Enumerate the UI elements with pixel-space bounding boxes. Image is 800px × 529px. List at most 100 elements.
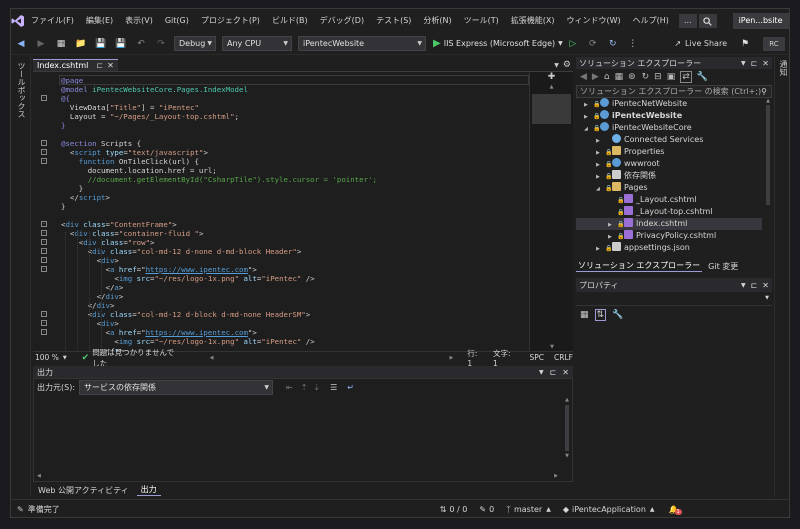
- save-all-icon[interactable]: 💾: [113, 36, 129, 52]
- tree-item[interactable]: ◢ 🔒 Pages: [576, 182, 762, 194]
- properties-wrench-icon[interactable]: 🔧: [697, 72, 708, 82]
- collapsed-chevron-icon[interactable]: ▶: [596, 243, 605, 255]
- tree-item[interactable]: ▶ 🔒 appsettings.json: [576, 242, 762, 254]
- fold-toggle-icon[interactable]: -: [41, 248, 47, 254]
- live-share-button[interactable]: ↗ Live Share: [674, 39, 727, 48]
- clear-all-icon[interactable]: ☰: [330, 383, 337, 392]
- step-icon[interactable]: ⋮: [625, 36, 641, 52]
- scroll-left-arrow[interactable]: ◀: [210, 355, 214, 361]
- fold-toggle-icon[interactable]: -: [41, 239, 47, 245]
- show-all-files-icon[interactable]: ▣: [667, 72, 676, 82]
- configuration-select[interactable]: Debug ▼: [174, 36, 216, 51]
- fold-toggle-icon[interactable]: -: [41, 140, 47, 146]
- git-repo[interactable]: iPentecApplication: [572, 505, 646, 514]
- tab-web-publish-activity[interactable]: Web 公開アクティビティ: [36, 485, 131, 496]
- tree-scrollbar[interactable]: ▲: [764, 98, 772, 258]
- code-line[interactable]: }: [61, 121, 65, 130]
- menu-item[interactable]: プロジェクト(P): [195, 9, 266, 33]
- menu-item[interactable]: ファイル(F): [25, 9, 80, 33]
- fold-toggle-icon[interactable]: -: [41, 311, 47, 317]
- more-menu-button[interactable]: ...: [678, 14, 697, 28]
- new-project-icon[interactable]: ▦: [53, 36, 69, 52]
- fold-toggle-icon[interactable]: -: [41, 257, 47, 263]
- home-icon[interactable]: ⌂: [604, 72, 610, 82]
- tab-index-cshtml[interactable]: Index.cshtml ⊏ ✕: [33, 59, 118, 71]
- start-without-debug-icon[interactable]: ▷: [565, 36, 581, 52]
- tree-item[interactable]: ▶ 🔒 iPentecWebsite: [576, 110, 762, 122]
- tree-item[interactable]: 🔒 _Layout-top.cshtml: [576, 206, 762, 218]
- code-line[interactable]: }: [61, 202, 65, 211]
- repo-up-icon[interactable]: ▲: [650, 506, 655, 513]
- code-line[interactable]: <script type="text/javascript">: [61, 148, 208, 157]
- branch-up-icon[interactable]: ▲: [546, 506, 551, 513]
- tree-item[interactable]: ◢ 🔒 iPentecWebsiteCore: [576, 122, 762, 134]
- code-line[interactable]: <div class="row">: [61, 238, 155, 247]
- code-line[interactable]: Layout = "~/Pages/_Layout-top.cshtml";: [61, 112, 239, 121]
- dropdown-chevron-icon[interactable]: ▼: [558, 40, 563, 47]
- tree-item[interactable]: ▶ 🔒 PrivacyPolicy.cshtml: [576, 230, 762, 242]
- menu-item[interactable]: ウィンドウ(W): [561, 9, 627, 33]
- menu-item[interactable]: Git(G): [159, 9, 195, 33]
- se-menu-icon[interactable]: ▼: [741, 60, 746, 67]
- tree-item[interactable]: 🔒 _Layout.cshtml: [576, 194, 762, 206]
- split-editor-icon[interactable]: ✚: [530, 72, 573, 84]
- tree-item[interactable]: ▶ Connected Services: [576, 134, 762, 146]
- panel-close-icon[interactable]: ✕: [562, 368, 569, 377]
- code-line[interactable]: <div class="col-md-12 d-block d-md-none …: [61, 310, 311, 319]
- output-hscroll[interactable]: ◀ ▶: [34, 471, 572, 481]
- indent-mode[interactable]: SPC: [530, 353, 545, 362]
- save-icon[interactable]: 💾: [93, 36, 109, 52]
- tab-solution-explorer[interactable]: ソリューション エクスプローラー: [576, 260, 703, 272]
- notification-bell-icon[interactable]: 🔔 1: [669, 505, 682, 515]
- se-pin-icon[interactable]: ⊏: [751, 59, 758, 68]
- pin-icon[interactable]: ⊏: [96, 60, 103, 71]
- panel-pin-icon[interactable]: ⊏: [550, 368, 557, 377]
- tree-item[interactable]: ▶ 🔒 Index.cshtml: [576, 218, 762, 230]
- se-close-icon[interactable]: ✕: [762, 59, 769, 68]
- code-line[interactable]: <div class="col-md-12 d-none d-md-block …: [61, 247, 302, 256]
- fold-toggle-icon[interactable]: -: [41, 95, 47, 101]
- repo-icon[interactable]: ◆: [563, 505, 569, 514]
- open-folder-icon[interactable]: 📁: [73, 36, 89, 52]
- scroll-down-arrow[interactable]: ▼: [530, 344, 574, 350]
- tab-list-dropdown-icon[interactable]: ▼: [554, 62, 559, 69]
- panel-menu-icon[interactable]: ▼: [539, 369, 544, 376]
- sync-icon[interactable]: ↻: [642, 72, 650, 82]
- code-line[interactable]: @model iPentecWebsiteCore.Pages.IndexMod…: [61, 85, 248, 94]
- pencil-icon[interactable]: ✎: [479, 505, 486, 514]
- code-line[interactable]: //document.getElementById("CsharpTile").…: [61, 175, 377, 184]
- code-line[interactable]: @{: [61, 94, 70, 103]
- solution-explorer-search[interactable]: ソリューション エクスプローラー の検索 (Ctrl+;) ⚲: [576, 85, 772, 98]
- output-panel-body[interactable]: 出力元(S): サービスの依存関係 ▼ ⇤ ⇡ ⇣ ☰ ↵ ▲ ▼ ◀ ▶: [33, 378, 573, 482]
- forward-icon[interactable]: ▶: [592, 72, 599, 82]
- output-scroll-thumb[interactable]: [565, 405, 569, 451]
- git-branch[interactable]: master: [514, 505, 542, 514]
- word-wrap-icon[interactable]: ↵: [347, 383, 354, 392]
- prev-message-icon[interactable]: ⇡: [301, 383, 308, 392]
- properties-body[interactable]: ▼ ▦ ⇅ 🔧: [576, 292, 772, 497]
- tree-item[interactable]: ▶ 🔒 wwwroot: [576, 158, 762, 170]
- hot-reload-icon[interactable]: ⟳: [585, 36, 601, 52]
- menu-item[interactable]: 分析(N): [417, 9, 457, 33]
- minimize-button[interactable]: —: [789, 9, 790, 33]
- output-scrollbar[interactable]: ▲ ▼: [562, 397, 572, 467]
- output-text-area[interactable]: [34, 397, 562, 481]
- code-line[interactable]: <div class="ContentFrame">: [61, 220, 177, 229]
- menu-item[interactable]: 表示(V): [119, 9, 159, 33]
- code-editor[interactable]: @page @model iPentecWebsiteCore.Pages.Ind…: [33, 71, 574, 352]
- tab-output[interactable]: 出力: [136, 484, 161, 496]
- startup-project-select[interactable]: iPentecWebsite ▼: [298, 36, 426, 51]
- menu-item[interactable]: ヘルプ(H): [627, 9, 675, 33]
- pending-edits-count[interactable]: 0: [489, 505, 494, 514]
- code-area[interactable]: @page @model iPentecWebsiteCore.Pages.Ind…: [33, 72, 529, 352]
- search-icon[interactable]: [698, 14, 717, 28]
- platform-select[interactable]: Any CPU ▼: [222, 36, 292, 51]
- tree-item[interactable]: ▶ 🔒 Properties: [576, 146, 762, 158]
- menu-item[interactable]: 編集(E): [80, 9, 119, 33]
- zoom-select[interactable]: 100 % ▼: [35, 353, 70, 362]
- fold-toggle-icon[interactable]: -: [41, 266, 47, 272]
- next-message-icon[interactable]: ⇣: [313, 383, 320, 392]
- code-line[interactable]: <div class="container-fluid ">: [61, 229, 204, 238]
- menu-item[interactable]: 拡張機能(X): [505, 9, 561, 33]
- scroll-right-arrow[interactable]: ▶: [449, 355, 453, 361]
